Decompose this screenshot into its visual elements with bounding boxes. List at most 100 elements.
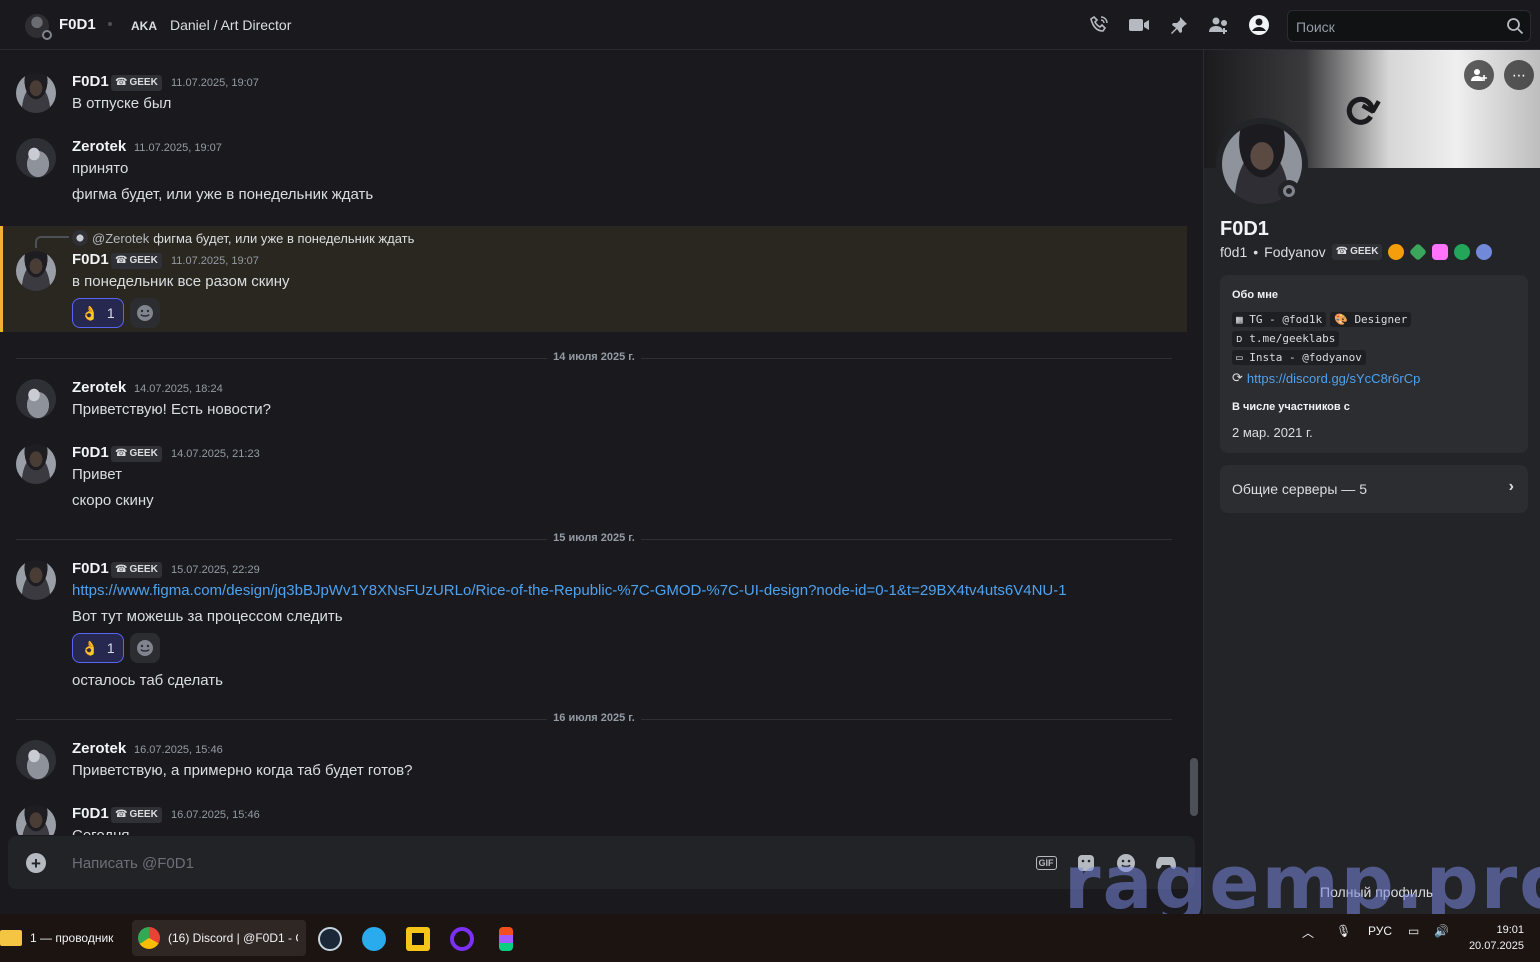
steam-icon[interactable] (318, 927, 342, 951)
taskbar-chrome-label: (16) Discord | @F0D1 - G (168, 931, 298, 945)
video-icon[interactable] (1128, 14, 1150, 36)
reply-text: фигма будет, или уже в понедельник ждать (153, 230, 415, 246)
nitro-badge-icon[interactable] (1432, 244, 1449, 260)
user-avatar[interactable] (16, 379, 56, 419)
figma-icon[interactable] (499, 927, 513, 951)
discord-app: F0D1 AKA Daniel / Art Director Поиск F0D… (0, 0, 1540, 926)
tag-icon: ☎ (115, 564, 128, 575)
about-line: ▦ TG - @fod1k 🎨 Designer (1232, 312, 1412, 327)
microphone-icon[interactable]: 🎙 (1336, 924, 1351, 938)
message-username[interactable]: F0D1 (72, 251, 109, 268)
user-avatar[interactable] (16, 138, 56, 178)
tag-icon: ☎ (1335, 246, 1349, 257)
app-star-icon[interactable] (406, 927, 430, 951)
status-indicator (42, 30, 52, 40)
reply-username[interactable]: @Zerotek (92, 231, 149, 246)
quest-badge-icon[interactable] (1409, 242, 1428, 262)
reply-preview[interactable]: @Zerotek фигма будет, или уже в понедель… (72, 230, 414, 246)
message-text: принято (72, 160, 129, 177)
server-tag-badge[interactable]: ☎ GEEK (111, 807, 162, 823)
message-username[interactable]: Zerotek (72, 740, 126, 757)
reaction-button[interactable]: 👌 1 (72, 298, 124, 328)
date-divider-label: 15 июля 2025 г. (547, 532, 641, 544)
user-avatar[interactable] (16, 73, 56, 113)
folder-icon (0, 930, 22, 946)
taskbar-chrome[interactable]: (16) Discord | @F0D1 - G (132, 920, 306, 956)
volume-icon[interactable]: 🔊 (1434, 924, 1449, 938)
language-indicator[interactable]: РУС (1368, 924, 1392, 938)
banner-logo-icon: ⟳ (1340, 83, 1389, 140)
hashtag-badge-icon[interactable] (1454, 244, 1471, 260)
chevron-up-icon[interactable]: ︿ (1302, 924, 1314, 941)
message-username[interactable]: Zerotek (72, 379, 126, 396)
dm-header: F0D1 AKA Daniel / Art Director (0, 0, 1540, 50)
chat-scrollbar[interactable] (1190, 758, 1198, 816)
profile-pronoun-name: Fodyanov (1264, 244, 1326, 260)
user-avatar[interactable] (16, 560, 56, 600)
message-username[interactable]: F0D1 (72, 444, 109, 461)
server-tag-badge[interactable]: ☎ GEEK (1331, 244, 1383, 260)
search-box[interactable] (1287, 10, 1531, 42)
message-username[interactable]: F0D1 (72, 73, 109, 90)
message-timestamp: 16.07.2025, 15:46 (171, 809, 260, 821)
message-text: Привет (72, 466, 123, 483)
gif-icon[interactable]: GIF (1035, 853, 1057, 873)
network-icon[interactable]: ▭ (1408, 924, 1419, 938)
user-avatar[interactable] (16, 251, 56, 291)
add-reaction-button[interactable] (130, 633, 160, 663)
date-divider: 16 июля 2025 г. (16, 712, 1172, 724)
system-clock[interactable]: 19:01 20.07.2025 (1469, 922, 1524, 954)
mutual-servers-label: Общие серверы — 5 (1232, 481, 1367, 497)
more-options-icon[interactable]: ⋯ (1504, 60, 1534, 90)
header-nickname: Daniel / Art Director (170, 17, 292, 33)
boost-badge-icon[interactable] (1476, 244, 1493, 260)
message-item: Zerotek 11.07.2025, 19:07 принято фигма … (0, 135, 1190, 215)
add-friend-icon[interactable] (1208, 14, 1230, 36)
hypesquad-badge-icon[interactable] (1388, 244, 1405, 260)
message-username[interactable]: F0D1 (72, 805, 109, 822)
figma-link[interactable]: https://www.figma.com/design/jq3bBJpWv1Y… (72, 582, 1067, 599)
gif-label: GIF (1035, 856, 1057, 870)
ok-hand-emoji: 👌 (81, 304, 99, 321)
smiley-icon (137, 640, 153, 656)
reaction-count: 1 (106, 305, 115, 321)
add-friend-icon[interactable] (1464, 60, 1494, 90)
about-line: ᴅ t.me/geeklabs (1232, 331, 1340, 347)
message-input[interactable] (72, 851, 972, 875)
user-avatar[interactable] (16, 805, 56, 835)
taskbar-explorer[interactable]: 1 — проводник (0, 920, 113, 956)
header-username[interactable]: F0D1 (59, 16, 96, 33)
separator-dot: • (1253, 244, 1259, 260)
attach-plus-icon[interactable]: + (26, 853, 46, 873)
server-tag-badge[interactable]: ☎ GEEK (111, 253, 162, 269)
opera-gx-icon[interactable] (450, 927, 474, 951)
server-tag-badge[interactable]: ☎ GEEK (111, 75, 162, 91)
message-username[interactable]: F0D1 (72, 560, 109, 577)
message-text: осталось таб сделать (72, 672, 223, 689)
add-reaction-button[interactable] (130, 298, 160, 328)
user-profile-icon[interactable] (1248, 14, 1270, 36)
message-timestamp: 16.07.2025, 15:46 (134, 744, 223, 756)
reaction-button[interactable]: 👌 1 (72, 633, 124, 663)
mutual-servers-button[interactable]: Общие серверы — 5 › (1220, 465, 1528, 513)
tag-label: GEEK (129, 255, 158, 266)
insta-code: ▭ Insta - @fodyanov (1232, 350, 1366, 365)
message-username[interactable]: Zerotek (72, 138, 126, 155)
link-logo-icon: ⟳ (1232, 370, 1243, 385)
discord-invite-link[interactable]: ⟳ https://discord.gg/sYcC8r6rCp (1232, 370, 1420, 386)
search-input[interactable] (1296, 17, 1496, 37)
telegram-icon[interactable] (362, 927, 386, 951)
server-tag-badge[interactable]: ☎ GEEK (111, 446, 162, 462)
user-avatar[interactable] (16, 740, 56, 780)
tag-icon: ☎ (115, 448, 128, 459)
server-tag-badge[interactable]: ☎ GEEK (111, 562, 162, 578)
user-avatar[interactable] (16, 444, 56, 484)
tag-label: GEEK (129, 448, 158, 459)
tag-icon: ☎ (115, 809, 128, 820)
phone-call-icon[interactable] (1088, 14, 1110, 36)
discord-invite-text[interactable]: https://discord.gg/sYcC8r6rCp (1247, 371, 1420, 386)
tag-label: GEEK (1350, 246, 1379, 257)
pin-icon[interactable] (1168, 14, 1190, 36)
search-icon[interactable] (1506, 17, 1524, 40)
date-divider-label: 16 июля 2025 г. (547, 712, 641, 724)
